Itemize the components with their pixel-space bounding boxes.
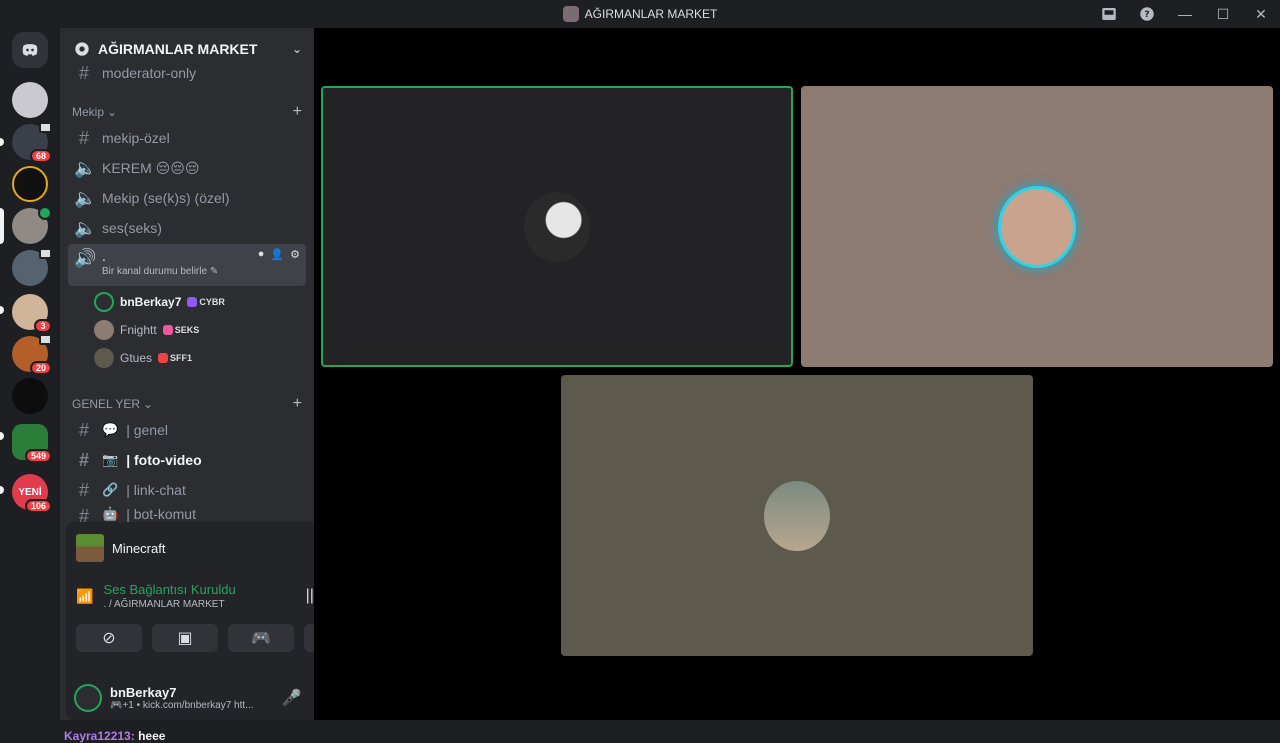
server-item[interactable] <box>12 82 48 118</box>
invite-icon[interactable]: 👤 <box>270 248 284 261</box>
server-folder[interactable]: 549 <box>12 424 52 463</box>
chat-icon[interactable]: ● <box>258 248 265 261</box>
verified-server-icon <box>75 42 89 56</box>
camera-off-button[interactable]: ⊘ <box>76 624 142 652</box>
hash-icon: # <box>78 62 89 83</box>
microphone-icon[interactable]: 🎤 <box>282 688 302 708</box>
hash-icon: # <box>78 419 89 440</box>
avatar <box>94 320 114 340</box>
avatar[interactable] <box>74 684 102 712</box>
discord-icon <box>22 44 38 56</box>
voice-channel-ses-seks[interactable]: 🔈 ses(seks) <box>68 214 306 242</box>
server-icon <box>562 6 579 22</box>
screen-share-button[interactable]: ▣ <box>152 624 218 652</box>
minecraft-icon <box>76 534 104 562</box>
video-tile-gtues[interactable] <box>561 375 1033 656</box>
voice-channel-mekip-seks[interactable]: 🔈 Mekip (se(k)s) (özel) <box>68 184 306 212</box>
hash-icon: # <box>78 127 89 148</box>
guild-tag-icon <box>158 353 169 363</box>
voice-user[interactable]: bnBerkay7 CYBR <box>94 290 225 314</box>
mention-badge: 3 <box>34 319 52 333</box>
avatar <box>1001 188 1073 265</box>
speaker-icon: 🔈 <box>74 217 97 238</box>
server-name: AĞIRMANLAR MARKET <box>98 41 258 57</box>
server-item-current[interactable] <box>12 206 52 244</box>
avatar <box>94 348 114 368</box>
hash-icon: # <box>78 479 89 500</box>
close-button[interactable]: ✕ <box>1242 0 1280 28</box>
channel-moderator-only[interactable]: # moderator-only <box>68 62 306 84</box>
window-title: AĞIRMANLAR MARKET <box>562 6 718 22</box>
mention-badge: 549 <box>24 449 52 463</box>
channel-status[interactable]: Bir kanal durumu belirle <box>102 266 207 277</box>
server-rail: 68 3 20 549 YENİ 106 <box>0 28 60 720</box>
channel-sidebar: AĞIRMANLAR MARKET ⌄ # moderator-only Mek… <box>60 28 370 743</box>
channel-genel[interactable]: # 💬 | genel <box>68 416 306 444</box>
speaker-icon: 🔈 <box>74 157 97 178</box>
channel-mekip-ozel[interactable]: # mekip-özel <box>68 124 306 152</box>
mention-badge: 106 <box>24 499 52 513</box>
inbox-icon[interactable] <box>1090 0 1128 28</box>
activities-button[interactable]: 🎮 <box>228 624 294 652</box>
svg-text:?: ? <box>1144 10 1149 20</box>
gear-icon[interactable]: ⚙ <box>290 248 300 261</box>
channel-bot-komut[interactable]: # 🤖 | bot-komut <box>68 506 306 522</box>
category-mekip[interactable]: Mekip ⌄ + <box>72 102 302 122</box>
hash-icon: # <box>78 449 89 470</box>
voice-user[interactable]: Gtues SFF1 <box>94 346 192 370</box>
video-stage <box>314 28 1280 720</box>
speaker-icon: 🔈 <box>74 187 97 208</box>
minimize-button[interactable]: — <box>1166 0 1204 28</box>
voice-user[interactable]: Fnightt SEKS <box>94 318 199 342</box>
voice-channel-active[interactable]: 🔊 . Bir kanal durumu belirle ✎ ● 👤 ⚙ <box>68 244 306 286</box>
server-item[interactable] <box>12 378 48 414</box>
add-channel-icon[interactable]: + <box>293 395 302 413</box>
add-channel-icon[interactable]: + <box>293 103 302 121</box>
video-tile-fnightt[interactable] <box>801 86 1273 367</box>
server-item[interactable]: YENİ 106 <box>12 474 52 513</box>
mention-badge: 68 <box>29 149 52 163</box>
guild-tag-icon <box>162 325 173 335</box>
server-item[interactable]: 20 <box>12 334 52 375</box>
server-item[interactable]: 3 <box>12 294 52 333</box>
server-item[interactable] <box>12 248 52 286</box>
category-genel-yer[interactable]: GENEL YER ⌄ + <box>72 394 302 414</box>
signal-icon[interactable]: 📶 <box>76 588 93 605</box>
hash-icon: # <box>78 506 89 522</box>
avatar <box>94 292 114 312</box>
help-icon[interactable]: ? <box>1128 0 1166 28</box>
guild-tag-icon <box>187 297 198 307</box>
server-item[interactable]: 68 <box>12 122 52 163</box>
avatar <box>764 480 830 551</box>
channel-link-chat[interactable]: # 🔗 | link-chat <box>68 476 306 504</box>
chevron-down-icon: ⌄ <box>107 105 118 119</box>
chevron-down-icon[interactable]: ⌄ <box>292 42 302 56</box>
avatar <box>524 191 590 262</box>
chevron-down-icon: ⌄ <box>143 397 154 411</box>
chat-overlay: Kayra12213: heee <box>64 729 166 743</box>
voice-channel-kerem[interactable]: 🔈 KEREM 😔😔😔 <box>68 154 306 182</box>
discord-home-button[interactable] <box>12 32 48 68</box>
pencil-icon: ✎ <box>209 266 219 277</box>
mention-badge: 20 <box>29 361 52 375</box>
maximize-button[interactable]: ☐ <box>1204 0 1242 28</box>
title-bar: AĞIRMANLAR MARKET ? — ☐ ✕ <box>0 0 1280 28</box>
window-title-text: AĞIRMANLAR MARKET <box>584 7 718 21</box>
speaker-icon: 🔊 <box>74 248 97 268</box>
video-tile-bnberkay7[interactable] <box>321 86 793 367</box>
server-item[interactable] <box>12 166 48 202</box>
channel-foto-video[interactable]: # 📷 | foto-video <box>68 446 306 474</box>
